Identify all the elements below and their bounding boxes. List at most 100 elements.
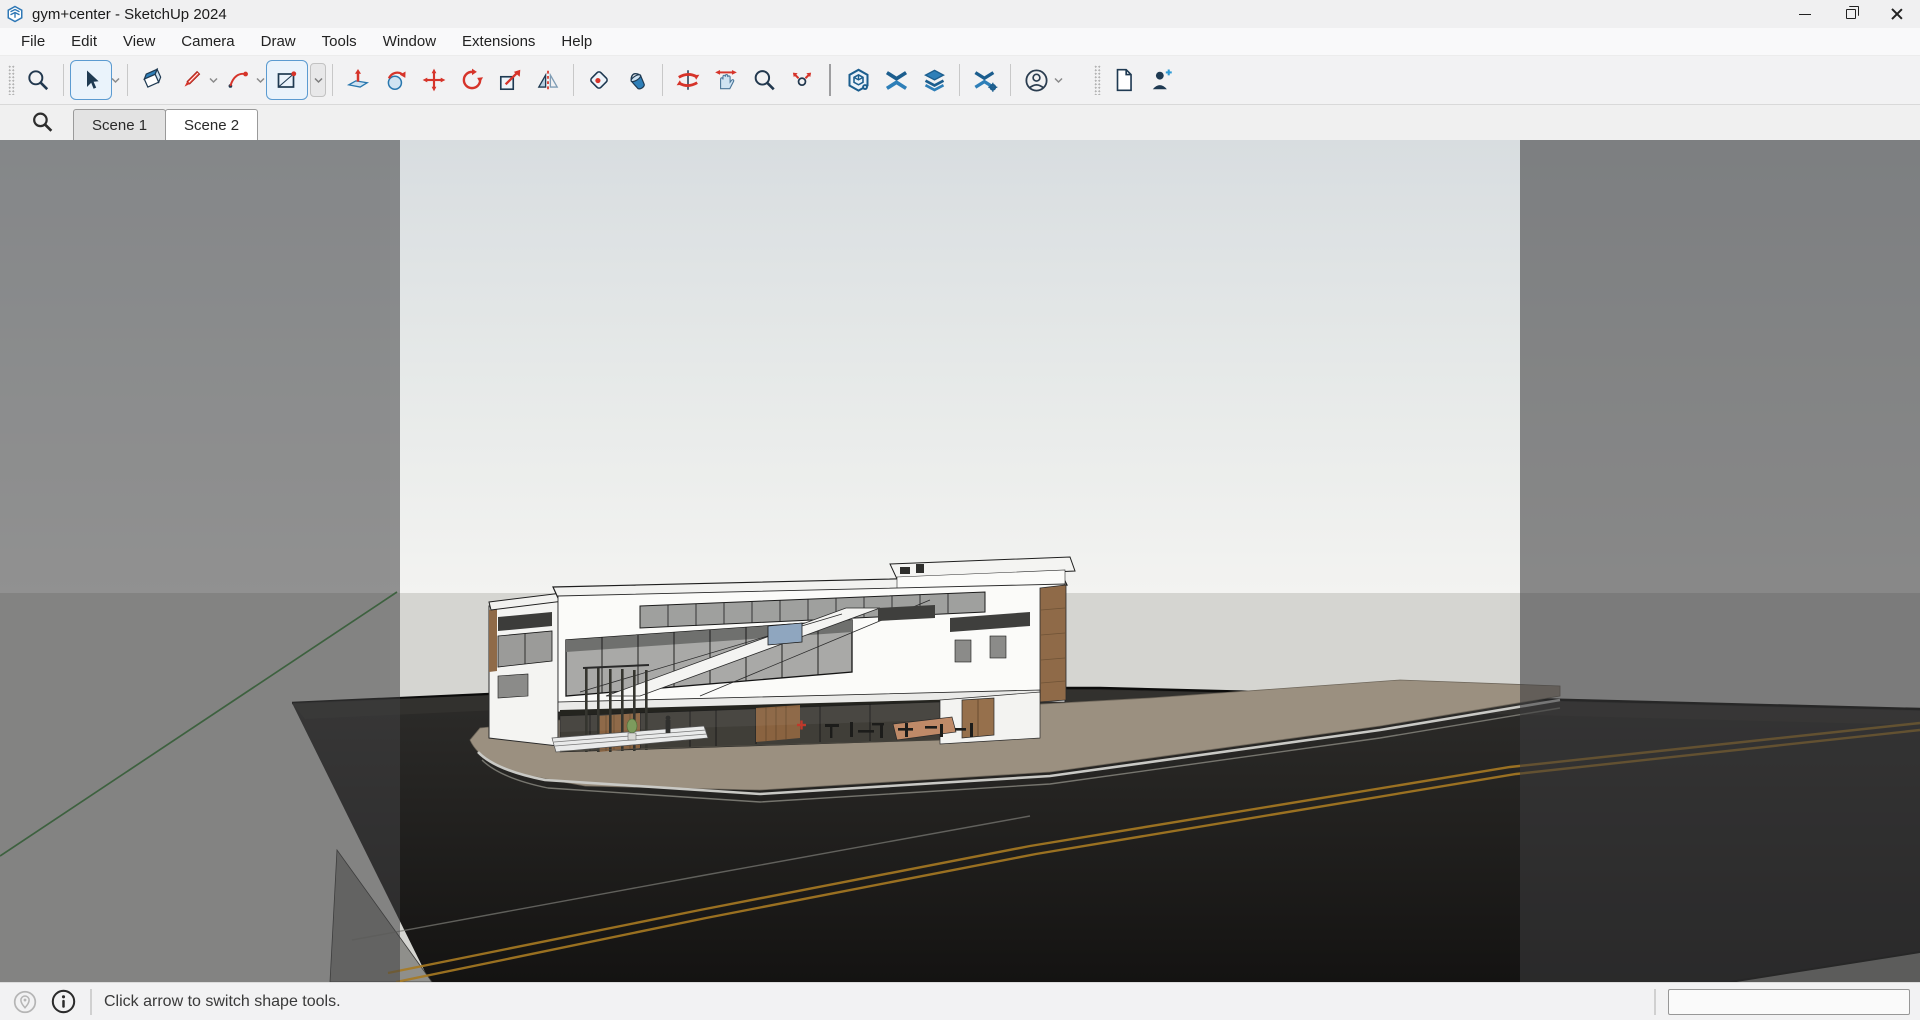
search-tool-button[interactable]: [19, 60, 57, 100]
menu-window[interactable]: Window: [370, 30, 449, 53]
chevron-down-icon: [111, 77, 120, 84]
eraser-tool-button[interactable]: [134, 60, 172, 100]
scene-tabs-bar: Scene 1 Scene 2: [0, 105, 1920, 140]
menu-camera[interactable]: Camera: [168, 30, 247, 53]
line-dropdown[interactable]: [207, 60, 219, 100]
chevron-cross-gear-extension-icon: [972, 67, 999, 94]
menu-tools[interactable]: Tools: [309, 30, 370, 53]
shapes-dropdown[interactable]: [310, 63, 326, 97]
toolbar-separator: [332, 64, 333, 96]
minimize-icon: [1799, 14, 1811, 15]
info-button[interactable]: [48, 987, 78, 1017]
chevron-down-icon: [314, 77, 323, 84]
add-collaborator-button[interactable]: [1143, 60, 1181, 100]
right-mask: [1520, 140, 1920, 982]
plant: [627, 719, 637, 740]
select-tool-button[interactable]: [70, 60, 112, 100]
viewport-3d[interactable]: [0, 140, 1920, 982]
scale-tool-button[interactable]: [491, 60, 529, 100]
search-icon: [25, 67, 51, 93]
menu-draw[interactable]: Draw: [248, 30, 309, 53]
scene-tab-1[interactable]: Scene 1: [73, 109, 166, 140]
scene-tab-2-label: Scene 2: [184, 117, 239, 134]
select-dropdown[interactable]: [109, 60, 121, 100]
toolbar-separator: [1010, 64, 1011, 96]
move-icon: [421, 67, 447, 93]
paint-bucket-tool-button[interactable]: [618, 60, 656, 100]
arc-tool-button[interactable]: [219, 60, 257, 100]
push-pull-tool-button[interactable]: [339, 60, 377, 100]
layer-stack-extension-button[interactable]: [915, 60, 953, 100]
scene-search-button[interactable]: [30, 110, 55, 135]
menu-edit[interactable]: Edit: [58, 30, 110, 53]
avatar-icon: [1023, 67, 1050, 94]
toolbar-separator: [959, 64, 960, 96]
shapes-tool-button[interactable]: [266, 60, 308, 100]
cube-wrench-extension-icon: [845, 67, 872, 94]
status-bar: Click arrow to switch shape tools.: [0, 982, 1920, 1020]
chevron-down-icon: [1054, 77, 1063, 84]
scene-tab-2[interactable]: Scene 2: [165, 109, 258, 140]
title-bar: gym+center - SketchUp 2024: [0, 0, 1920, 28]
push-pull-icon: [345, 67, 371, 93]
chevron-cross-extension-button[interactable]: [877, 60, 915, 100]
freehand-line-tool-button[interactable]: [172, 60, 210, 100]
offset-tool-button[interactable]: [580, 60, 618, 100]
zoom-magnifier-icon: [751, 67, 777, 93]
toolbar: [0, 56, 1920, 105]
offset-icon: [586, 67, 612, 93]
avatar-dropdown[interactable]: [1052, 60, 1064, 100]
sketchup-logo-icon: [6, 5, 24, 23]
flip-icon: [535, 67, 561, 93]
cube-wrench-extension-button[interactable]: [839, 60, 877, 100]
chevron-down-icon: [209, 77, 218, 84]
follow-me-icon: [383, 67, 409, 93]
select-arrow-icon: [79, 68, 103, 92]
arc-dropdown[interactable]: [254, 60, 266, 100]
restore-icon: [1846, 9, 1856, 19]
zoom-tool-button[interactable]: [745, 60, 783, 100]
menu-view[interactable]: View: [110, 30, 168, 53]
chevron-cross-extension-icon: [883, 67, 910, 94]
menu-file[interactable]: File: [8, 30, 58, 53]
toolbar-grip-handle[interactable]: [8, 65, 15, 95]
paint-bucket-icon: [624, 67, 650, 93]
building-model: [489, 557, 1075, 752]
scale-icon: [497, 67, 523, 93]
toolbar-separator: [573, 64, 574, 96]
pan-hand-icon: [713, 67, 739, 93]
close-button[interactable]: [1874, 0, 1920, 28]
model-canvas[interactable]: [0, 140, 1920, 982]
orbit-tool-button[interactable]: [669, 60, 707, 100]
restore-button[interactable]: [1828, 0, 1874, 28]
chevron-down-icon: [256, 77, 265, 84]
rotate-icon: [459, 67, 485, 93]
rotate-tool-button[interactable]: [453, 60, 491, 100]
new-file-button[interactable]: [1105, 60, 1143, 100]
zoom-extents-tool-button[interactable]: [783, 60, 821, 100]
orbit-icon: [675, 67, 701, 93]
geolocation-button[interactable]: [10, 987, 40, 1017]
minimize-button[interactable]: [1782, 0, 1828, 28]
toolbar-separator: [662, 64, 663, 96]
statusbar-separator: [90, 989, 92, 1015]
menu-help[interactable]: Help: [548, 30, 605, 53]
zoom-extents-icon: [789, 67, 815, 93]
pencil-icon: [178, 67, 204, 93]
move-tool-button[interactable]: [415, 60, 453, 100]
menu-extensions[interactable]: Extensions: [449, 30, 548, 53]
measurements-input[interactable]: [1668, 989, 1910, 1015]
follow-me-tool-button[interactable]: [377, 60, 415, 100]
toolbar-separator: [127, 64, 128, 96]
geolocation-icon: [12, 989, 38, 1015]
sign-in-avatar-button[interactable]: [1017, 60, 1055, 100]
left-mask: [0, 140, 400, 982]
person-figure: [666, 716, 671, 733]
pan-tool-button[interactable]: [707, 60, 745, 100]
add-person-icon: [1149, 67, 1175, 93]
scene-tab-1-label: Scene 1: [92, 117, 147, 134]
chevron-cross-gear-extension-button[interactable]: [966, 60, 1004, 100]
statusbar-separator: [1654, 989, 1656, 1015]
flip-tool-button[interactable]: [529, 60, 567, 100]
toolbar-grip-handle[interactable]: [1094, 65, 1101, 95]
